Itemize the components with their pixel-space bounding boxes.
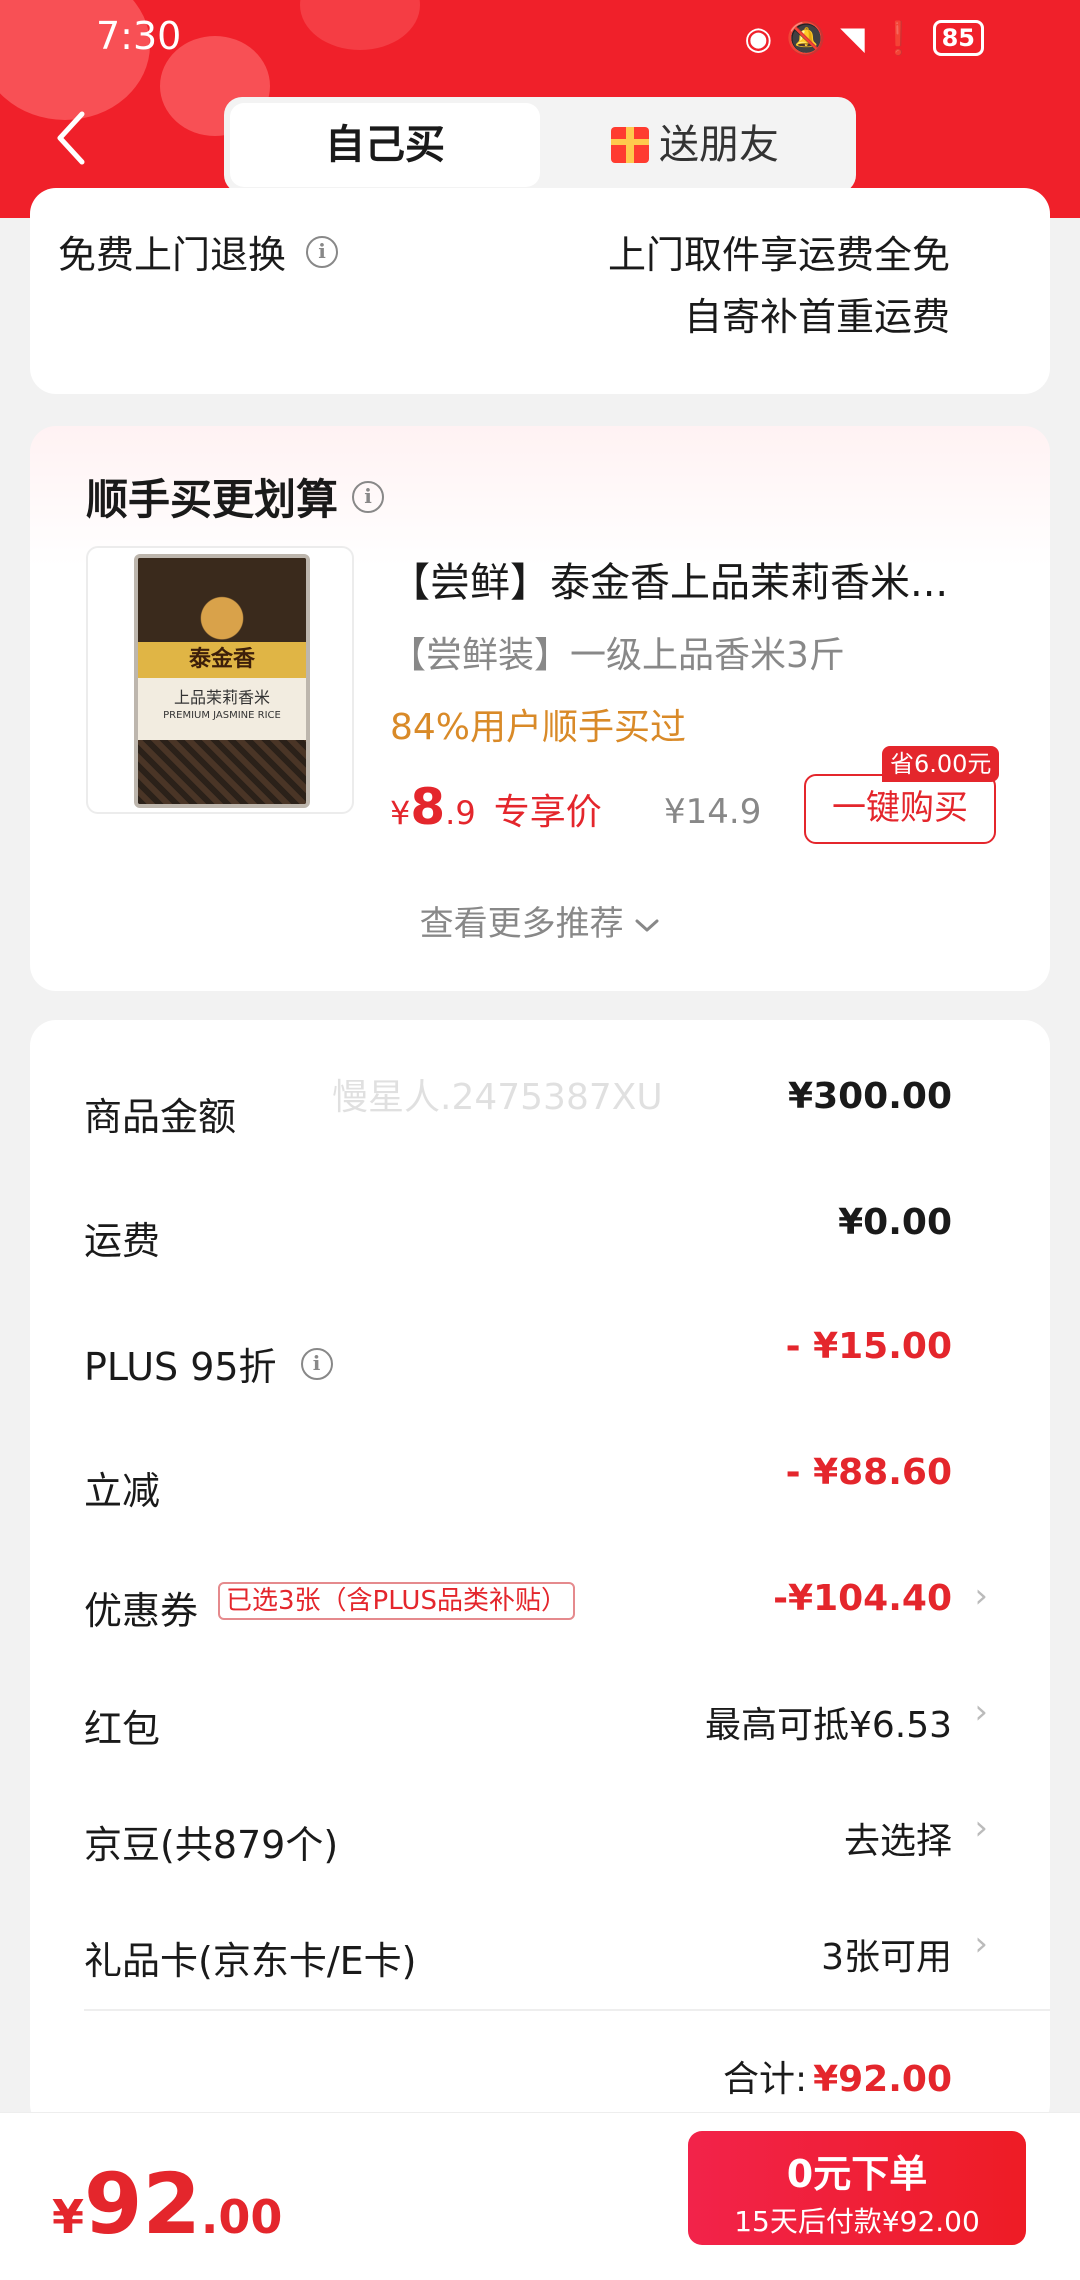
chevron-right-icon[interactable]: › (974, 1692, 988, 1732)
info-icon[interactable]: i (352, 480, 385, 513)
recommend-title: 顺手买更划算 i (86, 466, 385, 527)
coupon-label[interactable]: 优惠券 (84, 1580, 198, 1635)
purchase-mode-switch: 自己买 送朋友 (224, 97, 856, 193)
total-value: ¥92.00 (813, 2059, 952, 2100)
red-packet-label[interactable]: 红包 (84, 1698, 160, 1753)
checkout-price: ¥ 92 .00 (52, 2155, 282, 2253)
product-title[interactable]: 【尝鲜】泰金香上品茉莉香米... (390, 550, 1010, 608)
product-popularity: 84%用户顺手买过 (390, 707, 687, 748)
one-click-buy-button[interactable]: 一键购买 (804, 774, 996, 844)
header: 7:30 ◉ 🔕 ◥ ❗ 85 自己买 送朋友 (0, 0, 1080, 218)
product-price: ¥ 8 .9 专享价 (390, 778, 602, 836)
order-summary-card: 慢星人.2475387XU 商品金额 ¥300.00 运费 ¥0.00 PLUS… (30, 1020, 1050, 2130)
service-line-1: 上门取件享运费全免 (607, 233, 950, 277)
battery-icon: 85 (932, 20, 984, 56)
bag-rice-pattern (138, 740, 306, 804)
chevron-left-icon (57, 111, 85, 165)
place-order-sublabel: 15天后付款¥92.00 (734, 2205, 980, 2238)
place-order-button[interactable]: 0元下单 15天后付款¥92.00 (688, 2131, 1026, 2245)
coupon-selected-tag: 已选3张（含PLUS品类补贴） (218, 1582, 575, 1620)
price-int: 8 (410, 778, 446, 836)
more-recommendations-label: 查看更多推荐 (419, 904, 624, 944)
status-icons: ◉ 🔕 ◥ ❗ 85 (744, 18, 984, 58)
original-price: ¥14.9 (664, 792, 762, 832)
place-order-label: 0元下单 (786, 2152, 928, 2196)
service-line-2: 自寄补首重运费 (683, 295, 950, 339)
bag-crest (138, 558, 306, 644)
plus-discount-row[interactable]: PLUS 95折 i (84, 1336, 333, 1391)
checkout-int: 92 (84, 2155, 201, 2253)
total-row: 合计: ¥92.00 (723, 2050, 952, 2102)
price-dec: .9 (445, 794, 476, 832)
recommend-title-text: 顺手买更划算 (86, 475, 339, 524)
plus-discount-value: - ¥15.00 (785, 1326, 952, 1367)
divider (84, 2009, 1050, 2011)
info-icon[interactable]: i (300, 1347, 333, 1380)
checkout-yen: ¥ (52, 2190, 85, 2244)
recommend-card: 顺手买更划算 i 泰金香 上品茉莉香米 PREMIUM JASMINE RICE… (30, 426, 1050, 991)
tab-send-to-friend[interactable]: 送朋友 (540, 103, 850, 187)
back-button[interactable] (56, 110, 102, 170)
watermark: 慢星人.2475387XU (332, 1077, 663, 1118)
free-return-label: 免费上门退换 (58, 233, 287, 277)
instant-discount-value: - ¥88.60 (785, 1452, 952, 1493)
bag-brand: 泰金香 (138, 642, 306, 678)
product-subtitle: 【尝鲜装】一级上品香米3斤 (390, 635, 845, 676)
red-packet-value[interactable]: 最高可抵¥6.53 (705, 1696, 952, 1748)
jd-beans-value[interactable]: 去选择 (844, 1812, 952, 1864)
gift-icon (611, 127, 649, 163)
info-icon[interactable]: i (306, 235, 339, 268)
save-badge: 省6.00元 (882, 746, 1000, 782)
checkout-dec: .00 (200, 2190, 283, 2244)
gift-card-label[interactable]: 礼品卡(京东卡/E卡) (84, 1930, 416, 1985)
wifi-icon: ◥ (840, 19, 865, 57)
gift-card-value[interactable]: 3张可用 (821, 1928, 952, 1980)
goods-amount-label: 商品金额 (84, 1095, 237, 1139)
tab-send-to-friend-label: 送朋友 (659, 122, 779, 168)
chevron-right-icon[interactable]: › (974, 1924, 988, 1964)
bag-name: 上品茉莉香米 (173, 688, 270, 707)
mute-bell-icon: 🔕 (786, 19, 827, 57)
alert-icon: ❗ (878, 19, 919, 57)
more-recommendations-link[interactable]: 查看更多推荐 (30, 896, 1050, 945)
goods-amount-value: ¥300.00 (788, 1076, 952, 1117)
chevron-right-icon[interactable]: › (974, 1576, 988, 1616)
checkout-bar: ¥ 92 .00 0元下单 15天后付款¥92.00 (0, 2112, 1080, 2280)
rice-bag-image: 泰金香 上品茉莉香米 PREMIUM JASMINE RICE (134, 554, 310, 808)
status-bar: 7:30 ◉ 🔕 ◥ ❗ 85 (0, 0, 1080, 76)
bag-english: PREMIUM JASMINE RICE (163, 710, 281, 721)
total-label: 合计: (722, 2059, 808, 2100)
chevron-right-icon[interactable]: › (974, 1808, 988, 1848)
coupon-value[interactable]: -¥104.40 (773, 1578, 952, 1619)
plus-discount-label: PLUS 95折 (84, 1345, 277, 1389)
price-tag: 专享价 (493, 792, 602, 833)
tab-buy-for-self[interactable]: 自己买 (230, 103, 540, 187)
bag-name-area: 上品茉莉香米 PREMIUM JASMINE RICE (138, 678, 306, 740)
free-return-row[interactable]: 免费上门退换 i (58, 224, 339, 279)
chevron-down-icon (635, 919, 659, 931)
instant-discount-label: 立减 (84, 1469, 161, 1513)
status-time: 7:30 (96, 14, 182, 58)
price-yen: ¥ (390, 794, 411, 832)
shipping-label: 运费 (84, 1219, 161, 1263)
product-thumbnail[interactable]: 泰金香 上品茉莉香米 PREMIUM JASMINE RICE (86, 546, 354, 814)
service-card: 免费上门退换 i 上门取件享运费全免 自寄补首重运费 (30, 188, 1050, 394)
eye-icon: ◉ (744, 19, 773, 57)
jd-beans-label[interactable]: 京豆(共879个) (84, 1814, 338, 1869)
shipping-value: ¥0.00 (838, 1202, 952, 1243)
